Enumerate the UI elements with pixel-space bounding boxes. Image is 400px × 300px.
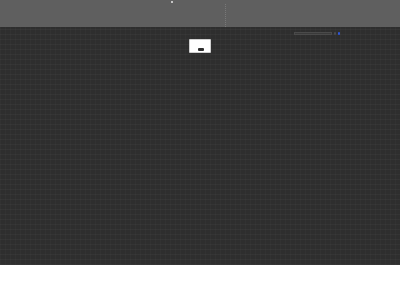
search-input[interactable]: [294, 32, 332, 35]
toolbar-button[interactable]: [334, 32, 336, 35]
toolbar-link[interactable]: [338, 32, 340, 35]
top-chrome: [0, 0, 400, 27]
app-icon: [171, 1, 173, 3]
toolbar-right: [294, 32, 340, 35]
screen: [0, 0, 400, 300]
main-workspace: [0, 27, 400, 265]
dialog-confirm-button[interactable]: [198, 48, 204, 51]
popup-dialog: [189, 39, 211, 53]
window-title: [171, 0, 174, 4]
vertical-divider: [225, 4, 226, 27]
bottom-blank-area: [0, 265, 400, 300]
